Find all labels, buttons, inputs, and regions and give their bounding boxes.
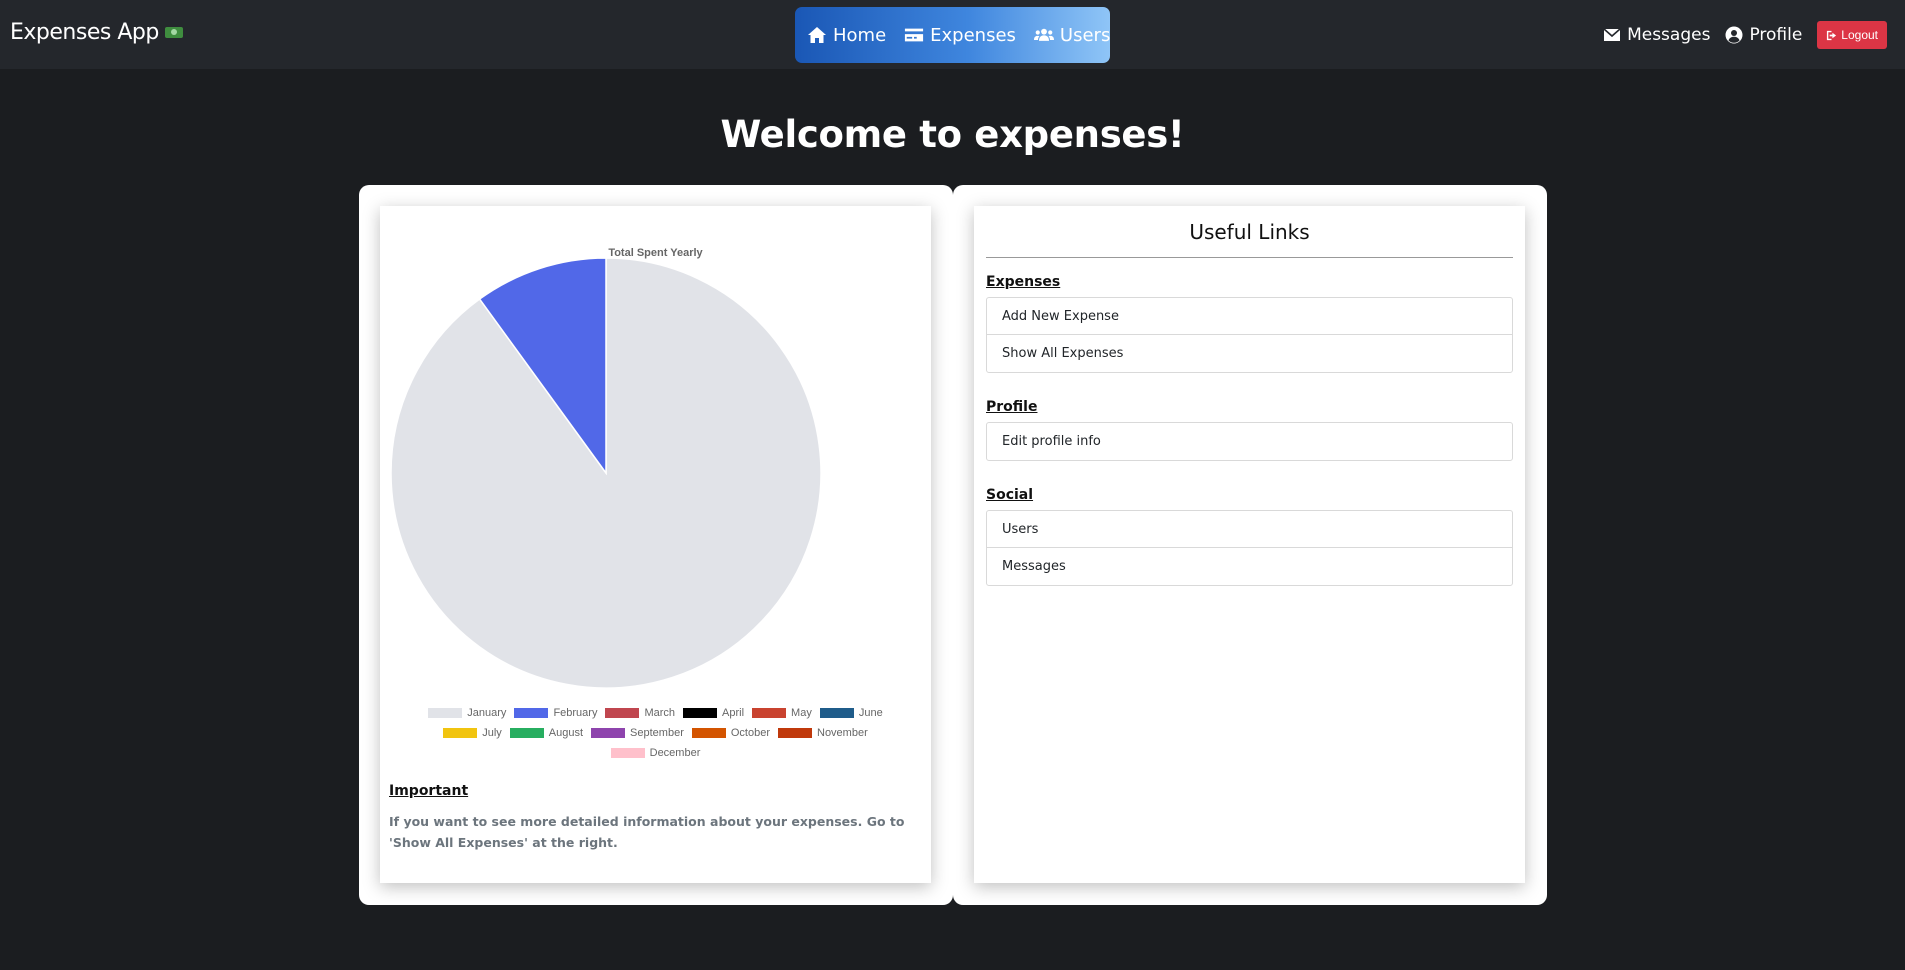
nav-home-label: Home xyxy=(833,24,887,46)
section-heading: Profile xyxy=(986,399,1038,415)
nav-home[interactable]: Home xyxy=(807,25,886,46)
profile-link[interactable]: Profile xyxy=(1725,25,1802,45)
legend-item-january[interactable]: January xyxy=(428,707,506,719)
link-list: Edit profile info xyxy=(986,422,1513,461)
legend-item-april[interactable]: April xyxy=(683,707,744,719)
legend-item-july[interactable]: July xyxy=(443,727,502,739)
envelope-icon xyxy=(1603,27,1621,41)
chart-card: Total Spent Yearly January February March A… xyxy=(359,185,953,905)
legend-label: October xyxy=(730,727,770,739)
legend-label: July xyxy=(482,727,502,739)
link-list: Add New Expense Show All Expenses xyxy=(986,297,1513,373)
nav-expenses-label: Expenses xyxy=(930,24,1016,46)
section-heading: Expenses xyxy=(986,274,1061,290)
section-heading: Social xyxy=(986,487,1034,503)
main-nav: Home Expenses Users xyxy=(795,7,1110,63)
legend-label: June xyxy=(858,707,883,719)
brand[interactable]: Expenses App xyxy=(10,20,183,45)
legend-label: August xyxy=(548,727,584,739)
nav-users[interactable]: Users xyxy=(1033,24,1111,46)
legend-swatch xyxy=(752,708,787,718)
important-heading: Important xyxy=(389,783,469,799)
legend-row: July August September October November xyxy=(380,723,931,743)
legend-item-march[interactable]: March xyxy=(605,707,675,719)
user-nav: Messages Profile Logout xyxy=(1603,20,1887,49)
sign-out-icon xyxy=(1827,30,1837,40)
link-list: Users Messages xyxy=(986,510,1513,586)
legend-label: March xyxy=(644,707,676,719)
legend-item-february[interactable]: February xyxy=(514,707,597,719)
important-note: Important If you want to see more detail… xyxy=(389,783,919,853)
section-social: Social Users Messages xyxy=(986,487,1513,586)
important-text: If you want to see more detailed informa… xyxy=(389,814,905,850)
users-icon xyxy=(1033,28,1054,41)
legend-item-december[interactable]: December xyxy=(610,747,701,759)
user-circle-icon xyxy=(1725,26,1743,43)
money-icon xyxy=(164,27,183,38)
messages-link[interactable]: Messages xyxy=(1603,25,1710,45)
legend-swatch xyxy=(819,708,854,718)
legend-label: April xyxy=(722,707,745,719)
legend-swatch xyxy=(778,728,812,738)
legend-label: February xyxy=(553,707,598,719)
legend-item-august[interactable]: August xyxy=(509,727,584,739)
show-all-expenses-link[interactable]: Show All Expenses xyxy=(987,335,1512,372)
legend-swatch xyxy=(514,708,549,718)
profile-label: Profile xyxy=(1749,24,1803,45)
credit-card-icon xyxy=(905,28,924,42)
legend-label: December xyxy=(649,747,701,759)
top-navbar: Expenses App Home Expenses Users Message… xyxy=(0,0,1905,69)
brand-name[interactable]: Expenses App xyxy=(10,20,159,45)
edit-profile-link[interactable]: Edit profile info xyxy=(987,423,1512,460)
page-title: Welcome to expenses! xyxy=(720,113,1185,156)
legend-swatch xyxy=(691,728,726,738)
users-link[interactable]: Users xyxy=(987,511,1512,548)
logout-label: Logout xyxy=(1841,28,1878,42)
legend-label: January xyxy=(467,707,507,719)
logout-button[interactable]: Logout xyxy=(1817,21,1887,49)
legend-row: January February March April May June xyxy=(380,703,931,723)
chart-panel: Total Spent Yearly January February March A… xyxy=(380,206,931,883)
chart-legend: January February March April May June July Aug… xyxy=(380,703,931,763)
section-profile: Profile Edit profile info xyxy=(986,399,1513,461)
legend-swatch xyxy=(605,708,640,718)
legend-label: November xyxy=(817,727,868,739)
legend-swatch xyxy=(610,748,645,758)
legend-swatch xyxy=(443,728,478,738)
legend-item-june[interactable]: June xyxy=(819,707,883,719)
legend-item-may[interactable]: May xyxy=(752,707,812,719)
nav-users-label: Users xyxy=(1059,24,1111,46)
legend-swatch xyxy=(683,708,718,718)
pie-chart[interactable] xyxy=(380,206,931,696)
legend-swatch xyxy=(591,728,626,738)
nav-expenses[interactable]: Expenses xyxy=(904,25,1016,46)
divider xyxy=(986,257,1513,258)
links-title: Useful Links xyxy=(1189,220,1310,244)
legend-swatch xyxy=(509,728,544,738)
legend-item-september[interactable]: September xyxy=(591,727,684,739)
legend-item-november[interactable]: November xyxy=(778,727,868,739)
links-card: Useful Links Expenses Add New Expense Sh… xyxy=(953,185,1547,905)
links-panel: Useful Links Expenses Add New Expense Sh… xyxy=(974,206,1525,883)
section-expenses: Expenses Add New Expense Show All Expens… xyxy=(986,274,1513,373)
legend-label: May xyxy=(791,707,812,719)
messages-label: Messages xyxy=(1627,24,1711,45)
home-icon xyxy=(808,27,826,43)
legend-swatch xyxy=(428,708,463,718)
messages-list-link[interactable]: Messages xyxy=(987,548,1512,585)
legend-item-october[interactable]: October xyxy=(691,727,770,739)
legend-label: September xyxy=(630,727,684,739)
add-new-expense-link[interactable]: Add New Expense xyxy=(987,298,1512,335)
legend-row: December xyxy=(380,743,931,763)
